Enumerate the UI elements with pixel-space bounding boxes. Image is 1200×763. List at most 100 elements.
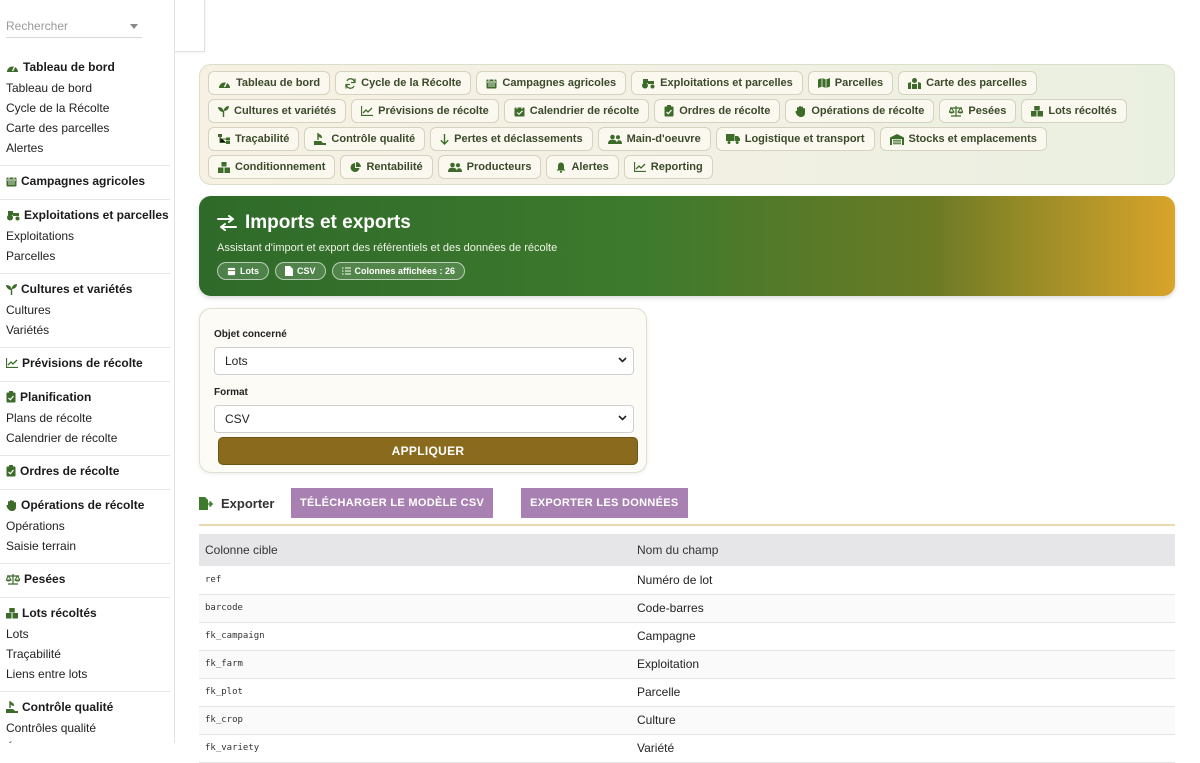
nav-pill-label: Rentabilité [366,161,423,173]
nav-pill-main-d-oeuvre[interactable]: Main-d'oeuvre [597,127,711,151]
nav-pill-producteurs[interactable]: Producteurs [437,155,542,179]
table-header-row: Colonne cible Nom du champ [199,534,1175,566]
sidebar-section-title[interactable]: Ordres de récolte [6,460,170,482]
sidebar-item-lots[interactable]: Lots [6,624,170,644]
nav-pill-ordres-de-recolte[interactable]: Ordres de récolte [654,99,781,123]
sidebar-section-title[interactable]: Prévisions de récolte [6,352,170,374]
sidebar-item-operations[interactable]: Opérations [6,516,170,536]
nav-pill-carte-des-parcelles[interactable]: Carte des parcelles [898,71,1038,95]
sidebar-item-controles-qualite[interactable]: Contrôles qualité [6,718,170,738]
seedling-icon [218,105,229,117]
nav-pill-cycle-de-la-recolte[interactable]: Cycle de la Récolte [335,71,472,95]
sidebar-item-exploitations[interactable]: Exploitations [6,226,170,246]
sidebar-section-title[interactable]: Lots récoltés [6,602,170,624]
nav-pill-pesees[interactable]: Pesées [939,99,1017,123]
sidebar-section-title[interactable]: Planification [6,386,170,408]
export-data-button[interactable]: EXPORTER LES DONNÉES [521,488,688,518]
header-corner [175,0,205,52]
sidebar-section-label: Pesées [24,572,66,586]
table-row: fk_farm Exploitation [199,650,1175,679]
nav-pill-parcelles[interactable]: Parcelles [807,71,894,95]
nav-pill-campagnes-agricoles[interactable]: Campagnes agricoles [476,71,627,95]
nav-pill-logistique-et-transport[interactable]: Logistique et transport [715,127,875,151]
sidebar-item-tableau-de-bord[interactable]: Tableau de bord [6,78,170,98]
field-name-cell: Exploitation [631,650,1175,679]
nav-pill-rentabilite[interactable]: Rentabilité [340,155,433,179]
target-column-cell: fk_plot [199,678,631,707]
sidebar-section-title[interactable]: Pesées [6,568,170,590]
sidebar-section-cultures-et-varietes: Cultures et variétés Cultures Variétés [0,274,170,348]
sidebar-item-saisie-terrain[interactable]: Saisie terrain [6,536,170,556]
nav-pill-stocks-et-emplacements[interactable]: Stocks et emplacements [879,127,1047,151]
search-input[interactable] [6,14,124,38]
sidebar-item-varietes[interactable]: Variétés [6,320,170,340]
apply-button[interactable]: APPLIQUER [218,437,638,465]
nav-pill-conditionnement[interactable]: Conditionnement [208,155,336,179]
nav-pill-label: Carte des parcelles [926,77,1028,89]
nav-pill-operations-de-recolte[interactable]: Opérations de récolte [785,99,935,123]
sidebar-item-echantillons-qualite[interactable]: Échantillons qualité [6,738,170,743]
nav-pill-label: Pertes et déclassements [454,133,583,145]
nav-pill-tracabilite[interactable]: Traçabilité [208,127,300,151]
sidebar-section-operations-de-recolte: Opérations de récolte Opérations Saisie te… [0,490,170,564]
sidebar-item-carte-des-parcelles[interactable]: Carte des parcelles [6,118,170,138]
nav-pill-lots-recoltes[interactable]: Lots récoltés [1021,99,1127,123]
target-column-cell: fk_crop [199,706,631,735]
sidebar-section-label: Contrôle qualité [22,700,114,714]
format-select[interactable]: CSV [214,405,634,433]
nav-pill-cultures-et-varietes[interactable]: Cultures et variétés [208,99,347,123]
tractor-icon [6,210,20,221]
sidebar-item-liens-entre-lots[interactable]: Liens entre lots [6,664,170,684]
object-select[interactable]: Lots [214,347,634,375]
nav-pill-label: Main-d'oeuvre [626,133,701,145]
sidebar-item-tracabilite[interactable]: Traçabilité [6,644,170,664]
nav-pill-label: Stocks et emplacements [908,133,1037,145]
nav-pill-label: Campagnes agricoles [502,77,617,89]
target-column-cell: barcode [199,594,631,623]
nav-pill-tableau-de-bord[interactable]: Tableau de bord [208,71,331,95]
table-body: ref Numéro de lot barcode Code-barres fk_cam… [199,566,1175,763]
sidebar-item-calendrier-de-recolte[interactable]: Calendrier de récolte [6,428,170,448]
download-template-button[interactable]: TÉLÉCHARGER LE MODÈLE CSV [291,488,494,518]
nav-pill-label: Cultures et variétés [234,105,337,117]
nav-pill-controle-qualite[interactable]: Contrôle qualité [304,127,426,151]
column-header-target: Colonne cible [199,534,631,566]
nav-pill-label: Logistique et transport [744,133,865,145]
sidebar-section-title[interactable]: Exploitations et parcelles [6,204,170,226]
nav-pill-alertes[interactable]: Alertes [546,155,619,179]
sidebar-item-cultures[interactable]: Cultures [6,300,170,320]
sidebar-item-alertes[interactable]: Alertes [6,138,170,158]
sidebar-section-ordres-de-recolte: Ordres de récolte [0,456,170,490]
users-icon [607,134,622,144]
nav-pill-label: Ordres de récolte [679,105,771,117]
chevron-down-icon [618,415,627,421]
hand-icon [6,499,17,511]
boxes-icon [1031,105,1044,117]
sidebar-item-parcelles[interactable]: Parcelles [6,246,170,266]
nav-pill-label: Producteurs [466,161,532,173]
object-badge-label: Lots [240,266,259,276]
nav-pill-previsions-de-recolte[interactable]: Prévisions de récolte [351,99,499,123]
page-subtitle: Assistant d'import et export des référen… [217,242,558,254]
search-field[interactable] [6,14,142,38]
format-select-value: CSV [225,412,250,426]
sidebar-section-title[interactable]: Campagnes agricoles [6,170,170,192]
nav-pill-reporting[interactable]: Reporting [623,155,713,179]
nav-pill-pertes-et-declassements[interactable]: Pertes et déclassements [430,127,593,151]
sidebar-section-label: Tableau de bord [23,60,115,74]
sidebar-section-title[interactable]: Contrôle qualité [6,696,170,718]
field-name-cell: Code-barres [631,594,1175,623]
sidebar-item-cycle-de-la-recolte[interactable]: Cycle de la Récolte [6,98,170,118]
nav-pill-calendrier-de-recolte[interactable]: Calendrier de récolte [503,99,650,123]
exchange-arrows-icon [217,215,237,231]
sidebar-section-title[interactable]: Cultures et variétés [6,278,170,300]
map-marked-icon [908,77,922,89]
sidebar-section-label: Opérations de récolte [21,498,145,512]
sidebar-item-plans-de-recolte[interactable]: Plans de récolte [6,408,170,428]
nav-pill-exploitations-et-parcelles[interactable]: Exploitations et parcelles [631,71,803,95]
chevron-down-icon[interactable] [130,24,138,29]
nav-pill-label: Traçabilité [235,133,290,145]
sidebar-section-title[interactable]: Tableau de bord [6,56,170,78]
chart-line-icon [6,358,18,368]
sidebar-section-title[interactable]: Opérations de récolte [6,494,170,516]
